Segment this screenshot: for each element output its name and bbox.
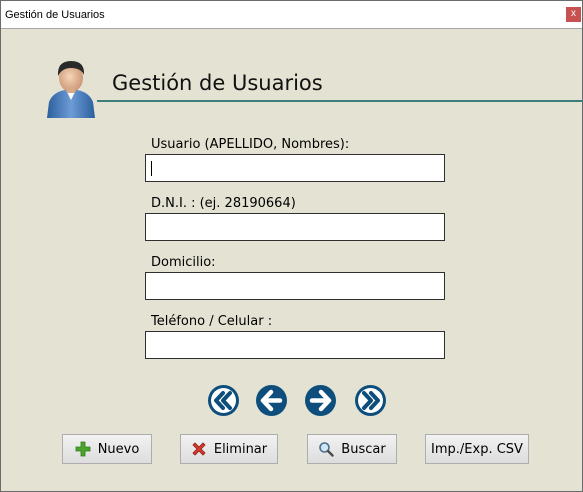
usuario-input[interactable]	[145, 154, 445, 182]
buscar-button[interactable]: Buscar	[307, 434, 397, 464]
import-export-csv-button[interactable]: Imp./Exp. CSV	[425, 434, 529, 464]
arrow-left-icon	[260, 389, 283, 412]
close-button[interactable]: x	[566, 7, 581, 22]
delete-x-icon	[192, 442, 206, 456]
double-chevron-left-icon	[211, 388, 236, 413]
eliminar-label: Eliminar	[213, 441, 268, 457]
csv-label: Imp./Exp. CSV	[431, 441, 523, 457]
nuevo-button[interactable]: Nuevo	[62, 434, 152, 464]
last-record-button[interactable]	[355, 385, 386, 416]
previous-record-button[interactable]	[256, 385, 287, 416]
telefono-input[interactable]	[145, 331, 445, 359]
plus-icon	[75, 441, 91, 457]
gestion-usuarios-window: Gestión de Usuarios x Gestión de Usuario…	[0, 0, 583, 492]
header-divider	[97, 100, 583, 102]
dni-input[interactable]	[145, 213, 445, 241]
window-title: Gestión de Usuarios	[5, 9, 105, 21]
page-title: Gestión de Usuarios	[112, 71, 323, 95]
user-avatar-icon	[47, 61, 95, 118]
first-record-button[interactable]	[208, 385, 239, 416]
usuario-label: Usuario (APELLIDO, Nombres):	[151, 137, 350, 152]
title-bar: Gestión de Usuarios x	[1, 1, 582, 29]
text-caret	[151, 161, 152, 176]
buscar-label: Buscar	[341, 441, 386, 457]
arrow-right-icon	[309, 389, 332, 412]
magnifier-icon	[319, 442, 334, 457]
dni-label: D.N.I. : (ej. 28190664)	[151, 196, 296, 211]
next-record-button[interactable]	[305, 385, 336, 416]
domicilio-label: Domicilio:	[151, 255, 216, 270]
double-chevron-right-icon	[358, 388, 383, 413]
nuevo-label: Nuevo	[97, 441, 140, 457]
domicilio-input[interactable]	[145, 272, 445, 300]
eliminar-button[interactable]: Eliminar	[180, 434, 278, 464]
telefono-label: Teléfono / Celular :	[151, 314, 273, 329]
